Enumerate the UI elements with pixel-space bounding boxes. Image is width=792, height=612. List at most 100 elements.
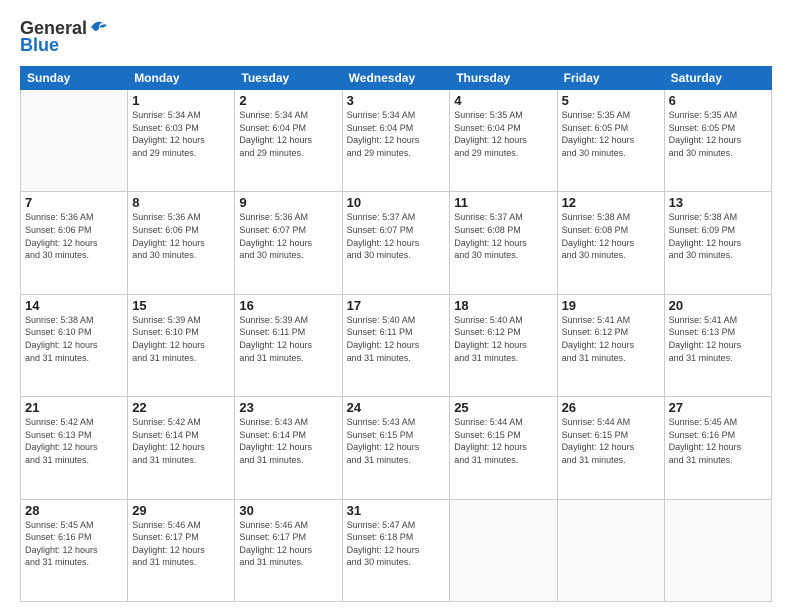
col-header-friday: Friday <box>557 67 664 90</box>
calendar-cell: 4Sunrise: 5:35 AM Sunset: 6:04 PM Daylig… <box>450 90 557 192</box>
col-header-thursday: Thursday <box>450 67 557 90</box>
calendar-cell: 18Sunrise: 5:40 AM Sunset: 6:12 PM Dayli… <box>450 294 557 396</box>
day-info: Sunrise: 5:46 AM Sunset: 6:17 PM Dayligh… <box>132 519 230 569</box>
calendar-cell: 10Sunrise: 5:37 AM Sunset: 6:07 PM Dayli… <box>342 192 450 294</box>
calendar-cell: 9Sunrise: 5:36 AM Sunset: 6:07 PM Daylig… <box>235 192 342 294</box>
week-row-2: 7Sunrise: 5:36 AM Sunset: 6:06 PM Daylig… <box>21 192 772 294</box>
day-number: 26 <box>562 400 660 415</box>
day-number: 15 <box>132 298 230 313</box>
calendar-cell: 12Sunrise: 5:38 AM Sunset: 6:08 PM Dayli… <box>557 192 664 294</box>
calendar-cell: 14Sunrise: 5:38 AM Sunset: 6:10 PM Dayli… <box>21 294 128 396</box>
calendar-cell <box>664 499 771 601</box>
day-number: 24 <box>347 400 446 415</box>
calendar-cell: 23Sunrise: 5:43 AM Sunset: 6:14 PM Dayli… <box>235 397 342 499</box>
day-number: 20 <box>669 298 767 313</box>
calendar-cell: 28Sunrise: 5:45 AM Sunset: 6:16 PM Dayli… <box>21 499 128 601</box>
day-info: Sunrise: 5:44 AM Sunset: 6:15 PM Dayligh… <box>454 416 552 466</box>
day-info: Sunrise: 5:34 AM Sunset: 6:03 PM Dayligh… <box>132 109 230 159</box>
col-header-wednesday: Wednesday <box>342 67 450 90</box>
logo-bird-icon <box>89 19 109 35</box>
day-info: Sunrise: 5:43 AM Sunset: 6:14 PM Dayligh… <box>239 416 337 466</box>
calendar-cell: 30Sunrise: 5:46 AM Sunset: 6:17 PM Dayli… <box>235 499 342 601</box>
day-number: 18 <box>454 298 552 313</box>
day-number: 29 <box>132 503 230 518</box>
day-number: 7 <box>25 195 123 210</box>
day-number: 19 <box>562 298 660 313</box>
day-info: Sunrise: 5:35 AM Sunset: 6:05 PM Dayligh… <box>562 109 660 159</box>
calendar-cell: 31Sunrise: 5:47 AM Sunset: 6:18 PM Dayli… <box>342 499 450 601</box>
day-info: Sunrise: 5:38 AM Sunset: 6:08 PM Dayligh… <box>562 211 660 261</box>
day-number: 9 <box>239 195 337 210</box>
day-info: Sunrise: 5:35 AM Sunset: 6:04 PM Dayligh… <box>454 109 552 159</box>
calendar-cell: 16Sunrise: 5:39 AM Sunset: 6:11 PM Dayli… <box>235 294 342 396</box>
calendar-cell <box>450 499 557 601</box>
day-info: Sunrise: 5:38 AM Sunset: 6:10 PM Dayligh… <box>25 314 123 364</box>
calendar-cell: 15Sunrise: 5:39 AM Sunset: 6:10 PM Dayli… <box>128 294 235 396</box>
header: General Blue <box>20 18 772 56</box>
day-number: 4 <box>454 93 552 108</box>
calendar-cell: 24Sunrise: 5:43 AM Sunset: 6:15 PM Dayli… <box>342 397 450 499</box>
day-number: 2 <box>239 93 337 108</box>
day-number: 21 <box>25 400 123 415</box>
day-number: 27 <box>669 400 767 415</box>
calendar-table: SundayMondayTuesdayWednesdayThursdayFrid… <box>20 66 772 602</box>
col-header-saturday: Saturday <box>664 67 771 90</box>
calendar-cell <box>21 90 128 192</box>
calendar-cell: 21Sunrise: 5:42 AM Sunset: 6:13 PM Dayli… <box>21 397 128 499</box>
day-info: Sunrise: 5:42 AM Sunset: 6:14 PM Dayligh… <box>132 416 230 466</box>
calendar-cell: 19Sunrise: 5:41 AM Sunset: 6:12 PM Dayli… <box>557 294 664 396</box>
day-number: 28 <box>25 503 123 518</box>
day-number: 22 <box>132 400 230 415</box>
day-number: 5 <box>562 93 660 108</box>
calendar-cell: 1Sunrise: 5:34 AM Sunset: 6:03 PM Daylig… <box>128 90 235 192</box>
calendar-cell: 27Sunrise: 5:45 AM Sunset: 6:16 PM Dayli… <box>664 397 771 499</box>
calendar-cell: 29Sunrise: 5:46 AM Sunset: 6:17 PM Dayli… <box>128 499 235 601</box>
calendar-cell: 3Sunrise: 5:34 AM Sunset: 6:04 PM Daylig… <box>342 90 450 192</box>
day-info: Sunrise: 5:44 AM Sunset: 6:15 PM Dayligh… <box>562 416 660 466</box>
day-info: Sunrise: 5:36 AM Sunset: 6:06 PM Dayligh… <box>25 211 123 261</box>
col-header-monday: Monday <box>128 67 235 90</box>
day-info: Sunrise: 5:38 AM Sunset: 6:09 PM Dayligh… <box>669 211 767 261</box>
col-header-tuesday: Tuesday <box>235 67 342 90</box>
day-number: 31 <box>347 503 446 518</box>
day-info: Sunrise: 5:35 AM Sunset: 6:05 PM Dayligh… <box>669 109 767 159</box>
day-info: Sunrise: 5:43 AM Sunset: 6:15 PM Dayligh… <box>347 416 446 466</box>
calendar-cell: 25Sunrise: 5:44 AM Sunset: 6:15 PM Dayli… <box>450 397 557 499</box>
calendar-cell: 5Sunrise: 5:35 AM Sunset: 6:05 PM Daylig… <box>557 90 664 192</box>
day-number: 11 <box>454 195 552 210</box>
day-number: 16 <box>239 298 337 313</box>
day-number: 23 <box>239 400 337 415</box>
calendar-cell: 8Sunrise: 5:36 AM Sunset: 6:06 PM Daylig… <box>128 192 235 294</box>
day-info: Sunrise: 5:40 AM Sunset: 6:12 PM Dayligh… <box>454 314 552 364</box>
day-number: 13 <box>669 195 767 210</box>
day-number: 10 <box>347 195 446 210</box>
calendar-cell: 17Sunrise: 5:40 AM Sunset: 6:11 PM Dayli… <box>342 294 450 396</box>
day-info: Sunrise: 5:36 AM Sunset: 6:07 PM Dayligh… <box>239 211 337 261</box>
day-number: 17 <box>347 298 446 313</box>
days-header-row: SundayMondayTuesdayWednesdayThursdayFrid… <box>21 67 772 90</box>
logo-blue-text: Blue <box>20 35 59 56</box>
day-info: Sunrise: 5:34 AM Sunset: 6:04 PM Dayligh… <box>347 109 446 159</box>
day-info: Sunrise: 5:37 AM Sunset: 6:07 PM Dayligh… <box>347 211 446 261</box>
day-info: Sunrise: 5:45 AM Sunset: 6:16 PM Dayligh… <box>25 519 123 569</box>
day-info: Sunrise: 5:47 AM Sunset: 6:18 PM Dayligh… <box>347 519 446 569</box>
day-number: 30 <box>239 503 337 518</box>
week-row-3: 14Sunrise: 5:38 AM Sunset: 6:10 PM Dayli… <box>21 294 772 396</box>
week-row-1: 1Sunrise: 5:34 AM Sunset: 6:03 PM Daylig… <box>21 90 772 192</box>
day-info: Sunrise: 5:39 AM Sunset: 6:10 PM Dayligh… <box>132 314 230 364</box>
day-info: Sunrise: 5:39 AM Sunset: 6:11 PM Dayligh… <box>239 314 337 364</box>
calendar-cell: 2Sunrise: 5:34 AM Sunset: 6:04 PM Daylig… <box>235 90 342 192</box>
col-header-sunday: Sunday <box>21 67 128 90</box>
calendar-cell: 22Sunrise: 5:42 AM Sunset: 6:14 PM Dayli… <box>128 397 235 499</box>
day-number: 12 <box>562 195 660 210</box>
calendar-cell: 20Sunrise: 5:41 AM Sunset: 6:13 PM Dayli… <box>664 294 771 396</box>
day-info: Sunrise: 5:41 AM Sunset: 6:12 PM Dayligh… <box>562 314 660 364</box>
day-number: 6 <box>669 93 767 108</box>
day-info: Sunrise: 5:42 AM Sunset: 6:13 PM Dayligh… <box>25 416 123 466</box>
day-info: Sunrise: 5:41 AM Sunset: 6:13 PM Dayligh… <box>669 314 767 364</box>
day-number: 1 <box>132 93 230 108</box>
calendar-cell: 26Sunrise: 5:44 AM Sunset: 6:15 PM Dayli… <box>557 397 664 499</box>
day-info: Sunrise: 5:36 AM Sunset: 6:06 PM Dayligh… <box>132 211 230 261</box>
calendar-cell: 7Sunrise: 5:36 AM Sunset: 6:06 PM Daylig… <box>21 192 128 294</box>
day-info: Sunrise: 5:46 AM Sunset: 6:17 PM Dayligh… <box>239 519 337 569</box>
